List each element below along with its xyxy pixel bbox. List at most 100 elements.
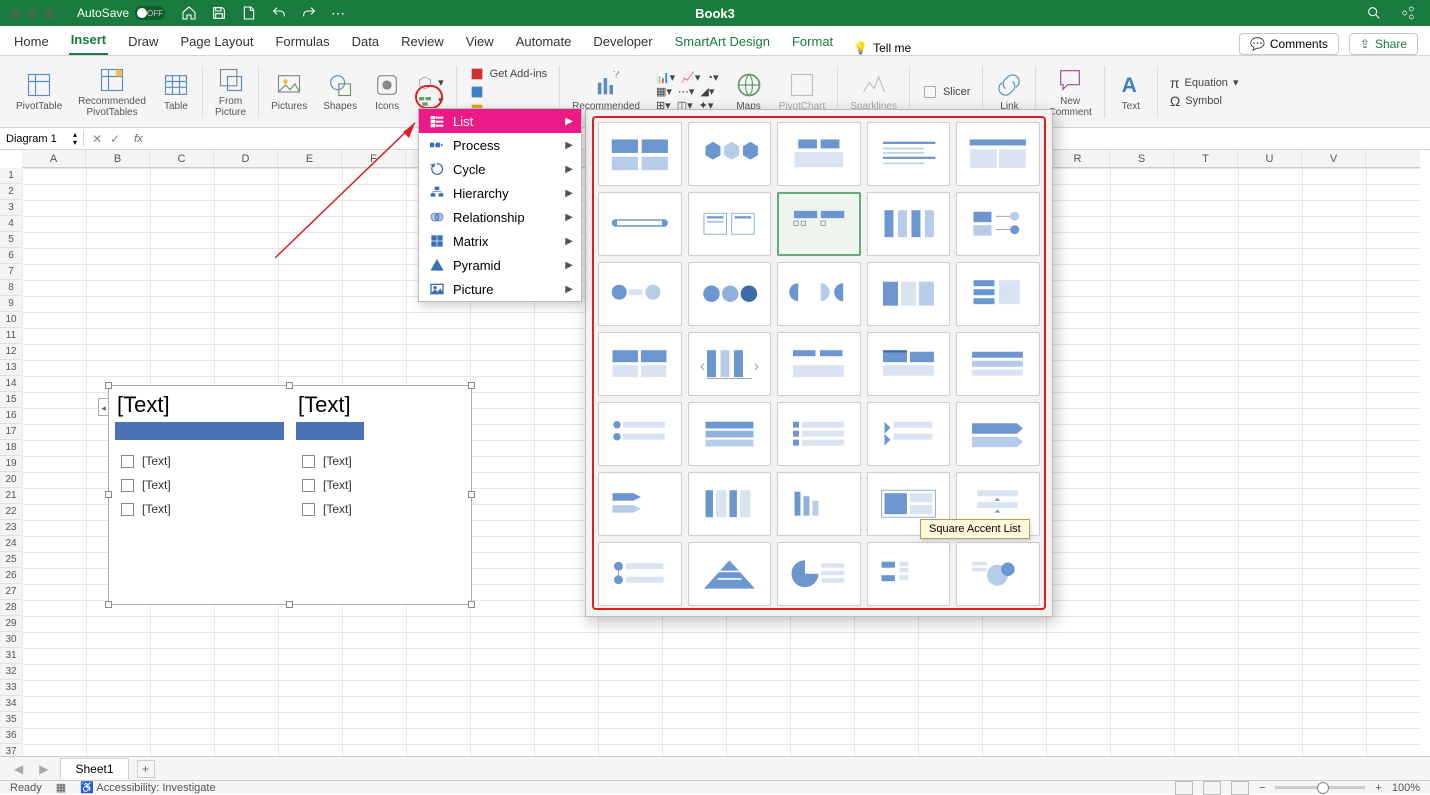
text-button[interactable]: AText: [1111, 58, 1151, 125]
row-header[interactable]: 18: [0, 440, 22, 456]
gallery-item-30[interactable]: [598, 542, 682, 606]
sheet-nav-prev[interactable]: ◀: [10, 762, 27, 776]
gallery-item-13[interactable]: [867, 262, 951, 326]
row-header[interactable]: 31: [0, 648, 22, 664]
resize-handle[interactable]: [468, 491, 475, 498]
gallery-item-17[interactable]: [777, 332, 861, 396]
zoom-in[interactable]: +: [1375, 782, 1381, 794]
gallery-item-15[interactable]: [598, 332, 682, 396]
chart-area[interactable]: ◢▾: [700, 85, 714, 98]
row-header[interactable]: 22: [0, 504, 22, 520]
chart-scatter[interactable]: ⋯▾: [678, 85, 695, 98]
pictures-button[interactable]: Pictures: [265, 58, 313, 125]
gallery-item-20[interactable]: [598, 402, 682, 466]
row-header[interactable]: 19: [0, 456, 22, 472]
gallery-item-33[interactable]: [867, 542, 951, 606]
row-header[interactable]: 17: [0, 424, 22, 440]
smartart-item[interactable]: [Text]: [296, 478, 465, 492]
gallery-item-5[interactable]: [598, 192, 682, 256]
gallery-item-32[interactable]: [777, 542, 861, 606]
shapes-button[interactable]: Shapes: [317, 58, 363, 125]
save-icon[interactable]: [211, 5, 227, 21]
category-list[interactable]: List▶: [419, 109, 581, 133]
view-page-layout[interactable]: [1203, 781, 1221, 795]
gallery-item-24[interactable]: [956, 402, 1040, 466]
tab-page-layout[interactable]: Page Layout: [178, 28, 255, 55]
gallery-item-27[interactable]: [777, 472, 861, 536]
table-button[interactable]: Table: [156, 58, 196, 125]
undo-icon[interactable]: [271, 5, 287, 21]
row-header[interactable]: 9: [0, 296, 22, 312]
share-button[interactable]: ⇪Share: [1349, 33, 1418, 55]
get-addins-button[interactable]: Get Add-ins: [469, 66, 547, 82]
slicer-button[interactable]: Slicer: [922, 84, 971, 100]
row-header[interactable]: 4: [0, 216, 22, 232]
row-header[interactable]: 27: [0, 584, 22, 600]
gallery-item-16[interactable]: [688, 332, 772, 396]
gallery-item-8[interactable]: [867, 192, 951, 256]
gallery-item-26[interactable]: [688, 472, 772, 536]
accept-formula-icon[interactable]: ✓: [110, 132, 120, 146]
resize-handle[interactable]: [468, 382, 475, 389]
smartart-item[interactable]: [Text]: [115, 478, 284, 492]
row-header[interactable]: 33: [0, 680, 22, 696]
add-sheet-button[interactable]: +: [137, 760, 155, 778]
smartart-item[interactable]: [Text]: [296, 502, 465, 516]
tab-home[interactable]: Home: [12, 28, 51, 55]
row-header[interactable]: 23: [0, 520, 22, 536]
tab-insert[interactable]: Insert: [69, 26, 108, 55]
category-pyramid[interactable]: Pyramid▶: [419, 253, 581, 277]
row-header[interactable]: 24: [0, 536, 22, 552]
tab-developer[interactable]: Developer: [591, 28, 654, 55]
category-cycle[interactable]: Cycle▶: [419, 157, 581, 181]
recommended-pivot-button[interactable]: Recommended PivotTables: [72, 58, 152, 125]
tab-review[interactable]: Review: [399, 28, 446, 55]
row-header[interactable]: 21: [0, 488, 22, 504]
tab-smartart-design[interactable]: SmartArt Design: [673, 28, 772, 55]
smartart-header-1[interactable]: [Text]: [115, 390, 284, 422]
gallery-item-21[interactable]: [688, 402, 772, 466]
view-normal[interactable]: [1175, 781, 1193, 795]
chart-line[interactable]: 📈▾: [681, 71, 700, 84]
chart-bar[interactable]: 📊▾: [656, 71, 675, 84]
smartart-object[interactable]: ◂ [Text] [Text] [Text] [Text] [Text] [Te…: [108, 385, 472, 605]
row-header[interactable]: 28: [0, 600, 22, 616]
row-header[interactable]: 29: [0, 616, 22, 632]
gallery-item-7[interactable]: [777, 192, 861, 256]
category-hierarchy[interactable]: Hierarchy▶: [419, 181, 581, 205]
row-header[interactable]: 20: [0, 472, 22, 488]
gallery-item-4[interactable]: [956, 122, 1040, 186]
status-accessibility[interactable]: ♿ Accessibility: Investigate: [80, 781, 215, 794]
from-picture-button[interactable]: From Picture: [209, 58, 252, 125]
equation-button[interactable]: π Equation ▾: [1170, 75, 1239, 91]
category-process[interactable]: Process▶: [419, 133, 581, 157]
pivottable-button[interactable]: PivotTable: [10, 58, 68, 125]
row-header[interactable]: 13: [0, 360, 22, 376]
gallery-item-9[interactable]: [956, 192, 1040, 256]
gallery-item-31[interactable]: [688, 542, 772, 606]
smartart-item[interactable]: [Text]: [115, 454, 284, 468]
gallery-item-2[interactable]: [777, 122, 861, 186]
share-titlebar-icon[interactable]: [1400, 5, 1416, 21]
row-header[interactable]: 26: [0, 568, 22, 584]
addins-misc1[interactable]: [469, 84, 547, 100]
gallery-item-23[interactable]: [867, 402, 951, 466]
row-header[interactable]: 5: [0, 232, 22, 248]
redo-icon[interactable]: [301, 5, 317, 21]
row-header[interactable]: 8: [0, 280, 22, 296]
zoom-slider[interactable]: [1275, 786, 1365, 789]
autosave-toggle[interactable]: AutoSave OFF: [77, 6, 165, 20]
smartart-text-pane-toggle[interactable]: ◂: [98, 398, 108, 416]
gallery-item-3[interactable]: [867, 122, 951, 186]
resize-handle[interactable]: [105, 382, 112, 389]
chart-hier[interactable]: ▦▾: [656, 85, 672, 98]
row-header[interactable]: 35: [0, 712, 22, 728]
row-header[interactable]: 25: [0, 552, 22, 568]
gallery-item-1[interactable]: [688, 122, 772, 186]
autosave-switch[interactable]: OFF: [135, 6, 165, 20]
category-picture[interactable]: Picture▶: [419, 277, 581, 301]
row-header[interactable]: 11: [0, 328, 22, 344]
gallery-item-25[interactable]: [598, 472, 682, 536]
more-icon[interactable]: ⋯: [331, 5, 345, 22]
row-header[interactable]: 1: [0, 168, 22, 184]
